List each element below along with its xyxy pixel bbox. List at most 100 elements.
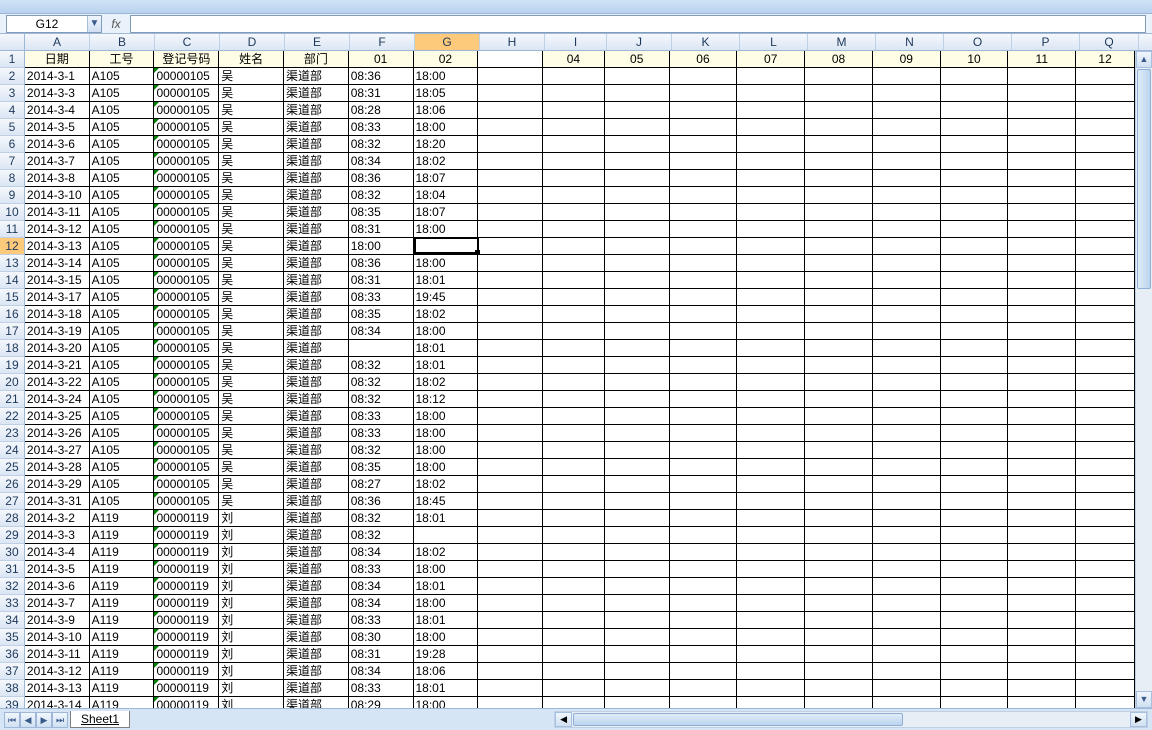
- cell[interactable]: [737, 187, 805, 204]
- cell[interactable]: [873, 595, 941, 612]
- cell[interactable]: 04: [543, 51, 605, 68]
- cell[interactable]: 吴: [219, 272, 284, 289]
- cell[interactable]: 18:01: [414, 340, 479, 357]
- cell[interactable]: 00000105: [154, 493, 219, 510]
- cell[interactable]: 刘: [219, 510, 284, 527]
- cell[interactable]: 18:00: [414, 697, 479, 708]
- cell[interactable]: [414, 527, 479, 544]
- cell[interactable]: [941, 136, 1009, 153]
- col-header-D[interactable]: D: [220, 34, 285, 50]
- cell[interactable]: 08:32: [349, 510, 414, 527]
- cell[interactable]: 11: [1008, 51, 1076, 68]
- cell[interactable]: 08:34: [349, 578, 414, 595]
- scroll-right-button[interactable]: ▶: [1130, 712, 1147, 727]
- cell[interactable]: [478, 136, 543, 153]
- cell[interactable]: 08:29: [349, 697, 414, 708]
- cell[interactable]: [873, 527, 941, 544]
- cell[interactable]: 18:00: [414, 459, 479, 476]
- cell[interactable]: 00000105: [154, 255, 219, 272]
- row-header[interactable]: 4: [0, 102, 25, 119]
- cell[interactable]: 18:00: [414, 442, 479, 459]
- cell[interactable]: 18:00: [414, 425, 479, 442]
- cell[interactable]: 2014-3-5: [25, 119, 90, 136]
- cell[interactable]: [805, 306, 873, 323]
- cell[interactable]: [805, 187, 873, 204]
- cell[interactable]: [873, 680, 941, 697]
- cell[interactable]: [941, 102, 1009, 119]
- cell[interactable]: [873, 408, 941, 425]
- cell[interactable]: 00000105: [154, 119, 219, 136]
- cell[interactable]: [670, 272, 738, 289]
- row-header[interactable]: 38: [0, 680, 25, 697]
- cell[interactable]: [1008, 459, 1076, 476]
- cell[interactable]: 12: [1076, 51, 1135, 68]
- cell[interactable]: 吴: [219, 306, 284, 323]
- cell[interactable]: A119: [90, 612, 155, 629]
- cell[interactable]: [873, 68, 941, 85]
- cell[interactable]: 00000105: [154, 170, 219, 187]
- cell[interactable]: [941, 221, 1009, 238]
- cell[interactable]: A105: [90, 442, 155, 459]
- cell[interactable]: 2014-3-1: [25, 68, 90, 85]
- cell[interactable]: [1008, 68, 1076, 85]
- cell[interactable]: [605, 476, 670, 493]
- cell[interactable]: 2014-3-29: [25, 476, 90, 493]
- cell[interactable]: [805, 255, 873, 272]
- cell[interactable]: 吴: [219, 357, 284, 374]
- cell[interactable]: 渠道部: [284, 578, 349, 595]
- cell[interactable]: [941, 68, 1009, 85]
- cell[interactable]: [737, 493, 805, 510]
- cell[interactable]: [737, 544, 805, 561]
- cell[interactable]: A105: [90, 391, 155, 408]
- cell[interactable]: [478, 289, 543, 306]
- cell[interactable]: 00000105: [154, 391, 219, 408]
- cell[interactable]: A105: [90, 425, 155, 442]
- cell[interactable]: [805, 136, 873, 153]
- cell[interactable]: [1076, 697, 1135, 708]
- cell[interactable]: [941, 544, 1009, 561]
- cell[interactable]: [1076, 374, 1135, 391]
- cell[interactable]: 08:32: [349, 391, 414, 408]
- cell[interactable]: [543, 136, 605, 153]
- cell[interactable]: 00000105: [154, 68, 219, 85]
- cell[interactable]: [737, 119, 805, 136]
- cell[interactable]: 渠道部: [284, 561, 349, 578]
- cell[interactable]: [478, 629, 543, 646]
- cell[interactable]: [873, 238, 941, 255]
- cell[interactable]: 08:36: [349, 493, 414, 510]
- col-header-F[interactable]: F: [350, 34, 415, 50]
- cell[interactable]: [543, 221, 605, 238]
- cell[interactable]: [670, 221, 738, 238]
- cell[interactable]: 08:32: [349, 187, 414, 204]
- cell[interactable]: [670, 527, 738, 544]
- cell[interactable]: [737, 612, 805, 629]
- cell[interactable]: [805, 442, 873, 459]
- cell[interactable]: [873, 578, 941, 595]
- row-header[interactable]: 2: [0, 68, 25, 85]
- cell[interactable]: A105: [90, 221, 155, 238]
- cell[interactable]: [1008, 119, 1076, 136]
- cell[interactable]: [1008, 85, 1076, 102]
- cell[interactable]: A105: [90, 459, 155, 476]
- cell[interactable]: 00000119: [154, 697, 219, 708]
- cell[interactable]: [737, 357, 805, 374]
- cell[interactable]: 渠道部: [284, 340, 349, 357]
- cell[interactable]: [1008, 357, 1076, 374]
- cell[interactable]: [873, 391, 941, 408]
- cell[interactable]: [1076, 629, 1135, 646]
- cell[interactable]: [941, 697, 1009, 708]
- fx-icon[interactable]: fx: [102, 17, 130, 31]
- row-header[interactable]: 16: [0, 306, 25, 323]
- cell[interactable]: [670, 255, 738, 272]
- cell[interactable]: [605, 629, 670, 646]
- cell[interactable]: [873, 493, 941, 510]
- cell[interactable]: [670, 102, 738, 119]
- cell[interactable]: 08:36: [349, 170, 414, 187]
- cell[interactable]: [605, 255, 670, 272]
- cell[interactable]: [543, 629, 605, 646]
- cell[interactable]: A119: [90, 646, 155, 663]
- cell[interactable]: 08:31: [349, 221, 414, 238]
- cell[interactable]: [605, 204, 670, 221]
- cell[interactable]: 渠道部: [284, 680, 349, 697]
- cell[interactable]: 2014-3-3: [25, 85, 90, 102]
